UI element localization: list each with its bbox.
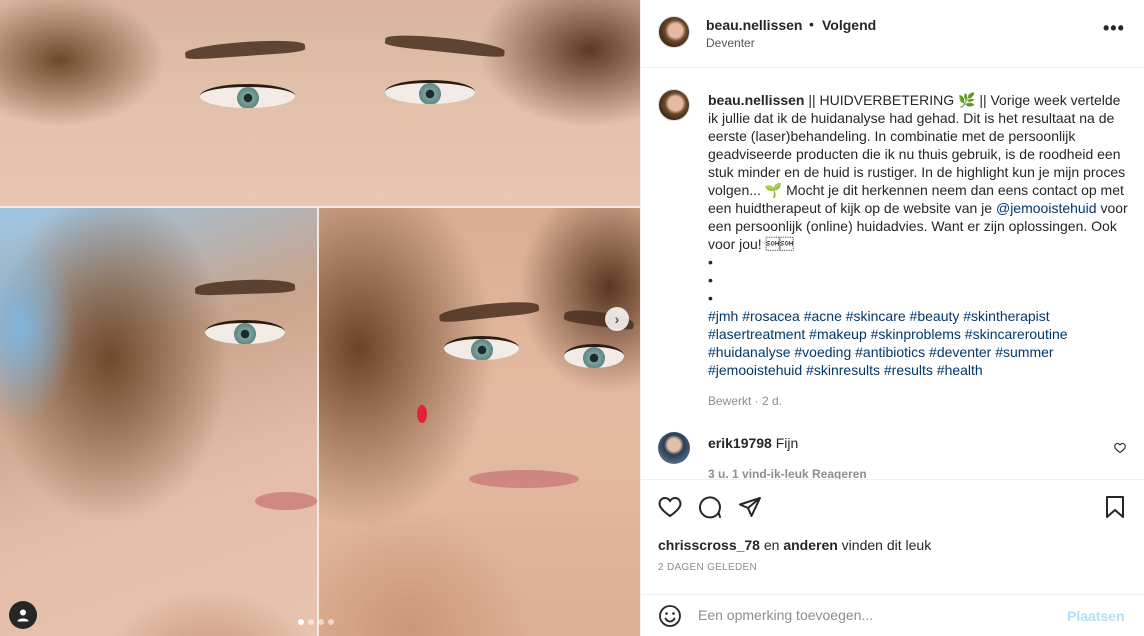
post-comment-button[interactable]: Plaatsen (1067, 608, 1125, 624)
user-icon (17, 609, 29, 622)
carousel-dot (318, 619, 324, 625)
photo-eyes-closeup (0, 0, 640, 206)
likes-others-link[interactable]: anderen (783, 537, 837, 553)
likes-connector: en (759, 537, 784, 553)
tagged-users-button[interactable] (9, 601, 37, 629)
owner-avatar[interactable] (658, 16, 690, 48)
likes-suffix: vinden dit leuk (837, 537, 932, 553)
caption-text: || HUIDVERBETERING 🌿 || Vorige week vert… (708, 92, 1126, 216)
comments-section[interactable]: beau.nellissen || HUIDVERBETERING 🌿 || V… (641, 69, 1144, 479)
comment-actions[interactable]: 3 u. 1 vind-ik-leuk Reageren (708, 467, 867, 479)
likes-first-user[interactable]: chrisscross_78 (658, 537, 760, 553)
post-actions (641, 479, 1144, 535)
likes-summary[interactable]: chrisscross_78 en anderen vinden dit leu… (658, 537, 931, 553)
comment-username[interactable]: erik19798 (708, 435, 772, 451)
post-media[interactable]: › (0, 0, 640, 636)
caption-meta: Bewerkt · 2 d. (708, 394, 783, 408)
caption-bullet: • (708, 254, 713, 270)
emoji-icon[interactable] (658, 604, 682, 631)
add-comment-bar: Plaatsen (641, 594, 1144, 636)
comment-text: Fijn (775, 435, 799, 451)
commenter-avatar[interactable] (658, 432, 690, 464)
caption-hashtags[interactable]: #jmh #rosacea #acne #skincare #beauty #s… (708, 308, 1068, 378)
share-icon[interactable] (737, 494, 763, 520)
post-location[interactable]: Deventer (706, 36, 755, 50)
caption-mention-link[interactable]: @jemooistehuid (996, 200, 1097, 216)
comment-icon[interactable] (697, 494, 723, 520)
carousel-dot (328, 619, 334, 625)
post-timestamp[interactable]: 2 DAGEN GELEDEN (658, 562, 757, 573)
caption-bullet: • (708, 290, 713, 306)
comment-input[interactable] (698, 607, 1048, 623)
photo-face-left (0, 208, 317, 636)
carousel-indicator (298, 619, 334, 625)
header-separator: • (809, 16, 814, 32)
post-panel: beau.nellissen • Volgend Deventer ••• be… (640, 0, 1144, 636)
carousel-dot (308, 619, 314, 625)
save-bookmark-icon[interactable] (1102, 494, 1128, 520)
caption-avatar[interactable] (658, 89, 690, 121)
caption-username[interactable]: beau.nellissen (708, 92, 804, 108)
comment-like-icon[interactable] (1114, 441, 1126, 457)
caption-bullet: • (708, 272, 713, 288)
more-options-icon[interactable]: ••• (1103, 18, 1125, 39)
carousel-dot (298, 619, 304, 625)
comment: erik19798 Fijn (708, 435, 798, 451)
post-header: beau.nellissen • Volgend Deventer ••• (641, 0, 1144, 68)
post-caption: beau.nellissen || HUIDVERBETERING 🌿 || V… (708, 91, 1128, 379)
carousel-next-button[interactable]: › (605, 307, 629, 331)
owner-username[interactable]: beau.nellissen (706, 17, 802, 33)
following-button[interactable]: Volgend (822, 17, 876, 33)
like-icon[interactable] (657, 494, 683, 520)
photo-face-right (319, 208, 640, 636)
